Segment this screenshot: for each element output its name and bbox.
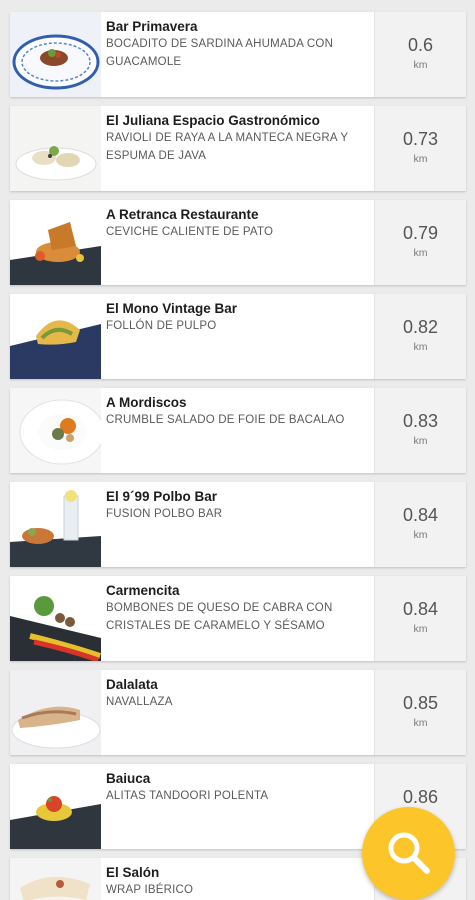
restaurant-name: Baiuca [106, 771, 151, 786]
dish-name: NAVALLAZA [106, 696, 173, 708]
distance-unit: km [413, 529, 428, 541]
distance-value: 0.86 [402, 787, 439, 807]
dish-photo [10, 764, 101, 849]
restaurant-name: Bar Primavera [106, 19, 198, 34]
distance-unit: km [413, 153, 428, 165]
distance-unit: km [413, 341, 428, 353]
distance-panel: 0.85 km [374, 670, 466, 755]
dish-photo [10, 12, 101, 97]
search-button[interactable] [362, 807, 455, 900]
restaurant-card[interactable]: Carmencita BOMBONES DE QUESO DE CABRA CO… [10, 576, 466, 661]
distance-unit: km [413, 717, 428, 729]
restaurant-name: El 9´99 Polbo Bar [106, 489, 218, 504]
distance-value: 0.82 [402, 317, 439, 337]
restaurant-name: A Mordiscos [106, 395, 187, 410]
search-icon [388, 832, 430, 874]
dish-name: FUSION POLBO BAR [106, 508, 223, 520]
distance-value: 0.79 [402, 223, 439, 243]
restaurant-card[interactable]: A Retranca Restaurante CEVICHE CALIENTE … [10, 200, 466, 285]
restaurant-list[interactable]: Bar Primavera BOCADITO DE SARDINA AHUMAD… [0, 0, 475, 900]
dish-name: CEVICHE CALIENTE DE PATO [106, 226, 274, 238]
dish-name: ALITAS TANDOORI POLENTA [106, 790, 269, 802]
distance-value: 0.85 [402, 693, 439, 713]
dish-photo [10, 388, 101, 473]
distance-value: 0.83 [402, 411, 439, 431]
restaurant-card[interactable]: A Mordiscos CRUMBLE SALADO DE FOIE DE BA… [10, 388, 466, 473]
dish-name: FOLLÓN DE PULPO [106, 320, 217, 332]
restaurant-card[interactable]: El Mono Vintage Bar FOLLÓN DE PULPO 0.82… [10, 294, 466, 379]
restaurant-name: Dalalata [106, 677, 158, 692]
distance-panel: 0.6 km [374, 12, 466, 97]
restaurant-name: Carmencita [106, 583, 180, 598]
distance-panel: 0.83 km [374, 388, 466, 473]
distance-panel: 0.79 km [374, 200, 466, 285]
restaurant-name: El Salón [106, 865, 160, 880]
distance-unit: km [413, 435, 428, 447]
dish-name: RAVIOLI DE RAYA A LA MANTECA NEGRA Y ESP… [106, 132, 348, 162]
dish-photo [10, 576, 101, 661]
dish-photo [10, 294, 101, 379]
restaurant-name: El Mono Vintage Bar [106, 301, 238, 316]
dish-photo [10, 858, 101, 900]
distance-panel: 0.73 km [374, 106, 466, 191]
distance-panel: 0.82 km [374, 294, 466, 379]
dish-name: WRAP IBÉRICO [106, 884, 194, 896]
dish-photo [10, 200, 101, 285]
dish-name: BOMBONES DE QUESO DE CABRA CON CRISTALES… [106, 602, 333, 632]
distance-value: 0.73 [402, 129, 439, 149]
dish-name: BOCADITO DE SARDINA AHUMADA CON GUACAMOL… [106, 38, 334, 68]
distance-value: 0.84 [402, 505, 439, 525]
distance-panel: 0.84 km [374, 482, 466, 567]
restaurant-name: El Juliana Espacio Gastronómico [106, 113, 320, 128]
distance-value: 0.84 [402, 599, 439, 619]
restaurant-card[interactable]: Bar Primavera BOCADITO DE SARDINA AHUMAD… [10, 12, 466, 97]
restaurant-card[interactable]: El 9´99 Polbo Bar FUSION POLBO BAR 0.84 … [10, 482, 466, 567]
dish-name: CRUMBLE SALADO DE FOIE DE BACALAO [106, 414, 345, 426]
restaurant-name: A Retranca Restaurante [106, 207, 259, 222]
restaurant-card[interactable]: Dalalata NAVALLAZA 0.85 km [10, 670, 466, 755]
dish-photo [10, 106, 101, 191]
distance-value: 0.6 [407, 35, 434, 55]
restaurant-card[interactable]: El Juliana Espacio Gastronómico RAVIOLI … [10, 106, 466, 191]
distance-panel: 0.84 km [374, 576, 466, 661]
distance-unit: km [413, 247, 428, 259]
distance-unit: km [413, 59, 428, 71]
dish-photo [10, 482, 101, 567]
dish-photo [10, 670, 101, 755]
distance-unit: km [413, 623, 428, 635]
